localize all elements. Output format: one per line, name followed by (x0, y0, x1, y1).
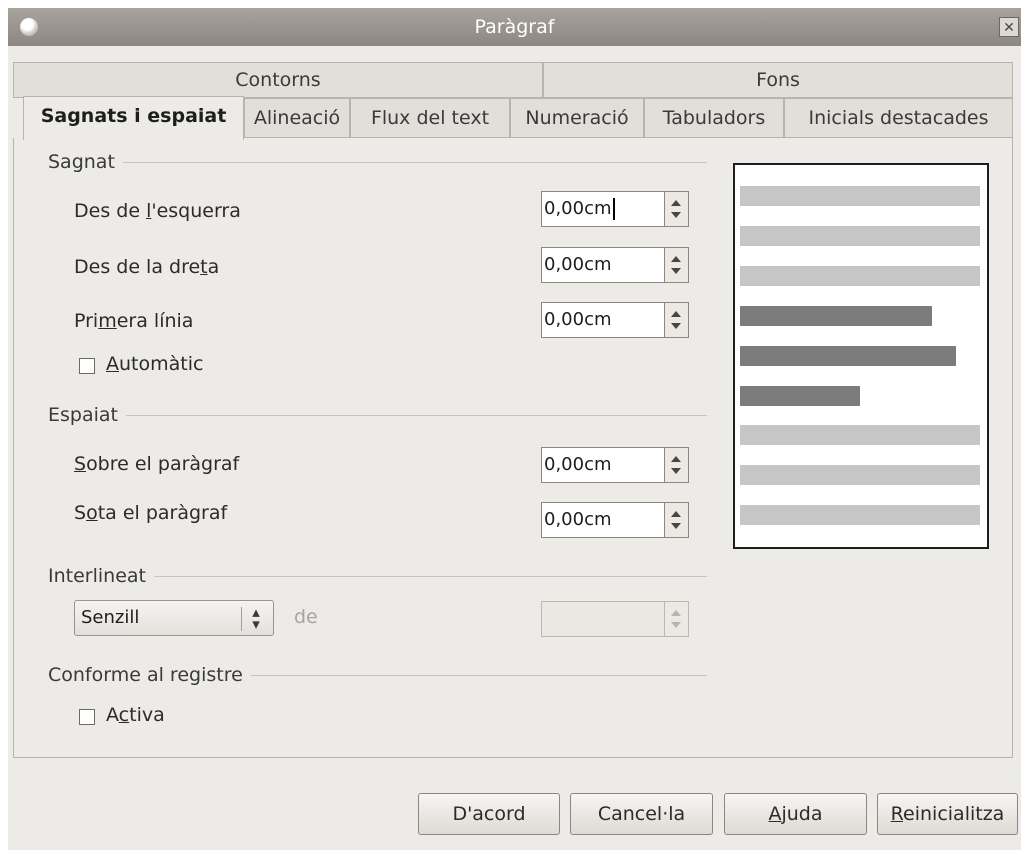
preview-line-current (740, 386, 860, 406)
line-spacing-of-spinbox (541, 601, 691, 637)
reset-button[interactable]: Reinicialitza (877, 793, 1018, 835)
automatic-checkbox[interactable] (79, 358, 95, 374)
automatic-label[interactable]: Automàtic (106, 353, 203, 375)
space-below-spinbox[interactable]: 0,00cm (541, 502, 691, 538)
tab-alineacio[interactable]: Alineació (244, 98, 350, 138)
ok-button[interactable]: D'acord (418, 793, 560, 835)
paragraph-preview (733, 163, 989, 549)
spin-arrows-icon (665, 601, 689, 637)
indent-right-label: Des de la dreta (74, 256, 220, 278)
cancel-button[interactable]: Cancel·la (570, 793, 713, 835)
indent-left-input[interactable]: 0,00cm (541, 191, 665, 227)
help-button[interactable]: Ajuda (724, 793, 867, 835)
line-spacing-value: Senzill (81, 607, 140, 628)
espaiat-divider (48, 415, 707, 416)
register-true-label[interactable]: Activa (106, 704, 165, 726)
interlineat-heading: Interlineat (48, 565, 154, 587)
first-line-spinbox[interactable]: 0,00cm (541, 302, 691, 338)
window-title: Paràgraf (474, 16, 555, 38)
line-spacing-select[interactable]: Senzill ▴ ▾ (74, 600, 274, 636)
indent-right-spinbox[interactable]: 0,00cm (541, 247, 691, 283)
register-true-checkbox[interactable] (79, 709, 95, 725)
registre-heading: Conforme al registre (48, 664, 251, 686)
indent-left-label: Des de l'esquerra (74, 200, 241, 222)
preview-line-current (740, 346, 956, 366)
tab-fons[interactable]: Fons (543, 62, 1013, 98)
sagnat-divider (48, 162, 707, 163)
space-below-input[interactable]: 0,00cm (541, 502, 665, 538)
spin-arrows-icon[interactable] (665, 447, 689, 483)
indent-left-spinbox[interactable]: 0,00cm (541, 191, 691, 227)
tab-numeracio[interactable]: Numeració (510, 98, 644, 138)
close-icon[interactable]: ✕ (999, 17, 1019, 37)
preview-line (740, 425, 980, 445)
spin-arrows-icon[interactable] (665, 502, 689, 538)
combo-separator (241, 607, 242, 631)
preview-line (740, 186, 980, 206)
updown-icon: ▴ ▾ (252, 603, 260, 633)
tab-flux-del-text[interactable]: Flux del text (350, 98, 510, 138)
space-above-spinbox[interactable]: 0,00cm (541, 447, 691, 483)
espaiat-heading: Espaiat (48, 404, 126, 426)
preview-line (740, 266, 980, 286)
of-label: de (294, 606, 318, 628)
space-above-input[interactable]: 0,00cm (541, 447, 665, 483)
preview-line (740, 505, 980, 525)
spin-arrows-icon[interactable] (665, 247, 689, 283)
paragraph-dialog: Paràgraf ✕ Contorns Fons Alineació Flux … (8, 8, 1021, 850)
sagnat-heading: Sagnat (48, 151, 123, 173)
first-line-label: Primera línia (74, 310, 194, 332)
tab-inicials-destacades[interactable]: Inicials destacades (784, 98, 1013, 138)
space-above-label: Sobre el paràgraf (74, 453, 240, 475)
space-below-label: Sota el paràgraf (74, 502, 228, 524)
tab-contorns[interactable]: Contorns (13, 62, 543, 98)
title-bar: Paràgraf ✕ (8, 8, 1021, 46)
indent-right-input[interactable]: 0,00cm (541, 247, 665, 283)
preview-line-current (740, 306, 932, 326)
spin-arrows-icon[interactable] (665, 302, 689, 338)
text-cursor (612, 198, 615, 220)
line-spacing-of-input (541, 601, 665, 637)
spin-arrows-icon[interactable] (665, 191, 689, 227)
preview-line (740, 226, 980, 246)
preview-line (740, 465, 980, 485)
tab-tabuladors[interactable]: Tabuladors (644, 98, 784, 138)
first-line-input[interactable]: 0,00cm (541, 302, 665, 338)
tab-sagnats-i-espaiat[interactable]: Sagnats i espaiat (23, 96, 244, 140)
